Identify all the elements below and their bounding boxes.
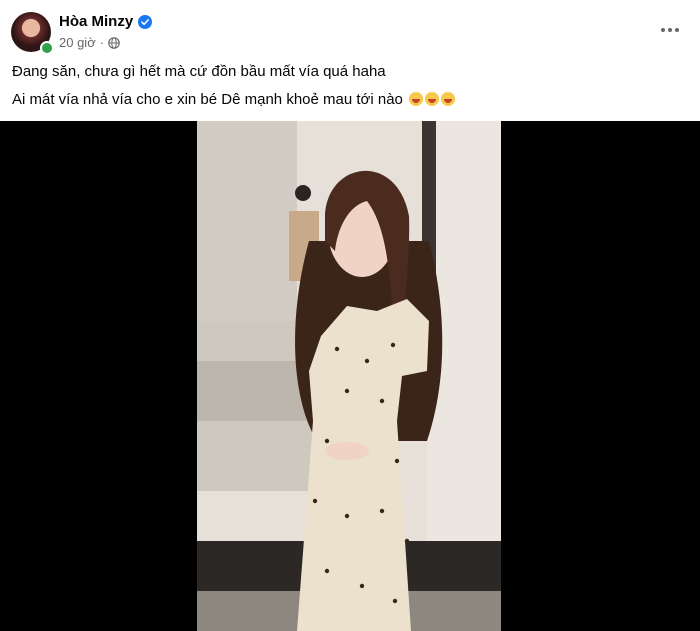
laughing-emoji-icon [409,92,424,106]
globe-icon[interactable] [108,36,120,49]
post-header: Hòa Minzy 20 giờ · [0,0,700,60]
caption-line-1: Đang săn, chưa gì hết mà cứ đồn bầu mất … [12,63,386,80]
photo-illustration [197,121,501,631]
verified-badge-icon [138,14,153,29]
post-caption: Đang săn, chưa gì hết mà cứ đồn bầu mất … [12,62,688,118]
more-options-icon[interactable] [655,18,685,42]
caption-line-2: Ai mát vía nhả vía cho e xin bé Dê mạnh … [12,91,403,108]
post-photo[interactable] [197,121,501,631]
author-row: Hòa Minzy [59,13,153,30]
meta-separator: · [99,35,105,50]
laughing-emoji-icon [441,92,456,106]
author-name[interactable]: Hòa Minzy [59,13,133,30]
caption-line-2-row: Ai mát vía nhả vía cho e xin bé Dê mạnh … [12,90,688,110]
post-time[interactable]: 20 giờ [59,35,96,50]
laughing-emoji-icon [425,92,440,106]
online-status-dot [40,41,54,55]
post-meta: 20 giờ · [59,35,120,50]
post-media[interactable] [0,121,700,631]
